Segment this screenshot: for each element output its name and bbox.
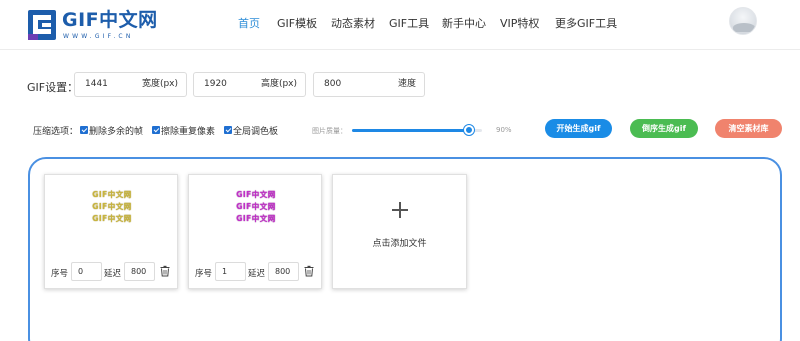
plus-icon[interactable]: [392, 202, 408, 218]
frame-order-value: 0: [78, 267, 84, 276]
frame-delay-label: 延迟: [248, 269, 266, 279]
nav-animated-materials[interactable]: 动态素材: [331, 0, 375, 50]
checkbox-remove-redundant-frames[interactable]: [80, 126, 88, 134]
frame-order-input[interactable]: 1: [215, 262, 246, 281]
option-remove-redundant-frames[interactable]: 删除多余的帧: [89, 124, 143, 137]
frame-gif-text: GIF中文网: [92, 190, 132, 199]
site-logo[interactable]: GIF中文网 WWW.GIF.CN: [28, 8, 168, 42]
gif-settings-label: GIF设置：: [27, 81, 79, 94]
width-field[interactable]: 1441 宽度(px): [74, 72, 187, 97]
logo-mark-icon: [28, 10, 56, 40]
compression-label: 压缩选项：: [33, 127, 79, 137]
width-value: 1441: [85, 79, 108, 89]
nav-gif-tools[interactable]: GIF工具: [389, 0, 429, 50]
width-unit: 宽度(px): [141, 79, 178, 89]
frame-order-label: 序号: [51, 269, 69, 279]
clear-library-button[interactable]: 清空素材库: [715, 119, 782, 138]
generate-gif-button[interactable]: 开始生成gif: [545, 119, 612, 138]
add-file-card[interactable]: [332, 174, 467, 289]
frame-gif-text: GIF中文网: [92, 214, 132, 223]
nav-beginner-center[interactable]: 新手中心: [442, 0, 486, 50]
height-value: 1920: [204, 79, 227, 89]
speed-unit: 速度: [397, 79, 416, 89]
frame-delay-value: 800: [275, 267, 291, 276]
checkbox-erase-duplicate-pixels[interactable]: [152, 126, 160, 134]
logo-title: GIF中文网: [62, 9, 158, 31]
frame-order-value: 1: [222, 267, 228, 276]
top-nav-bar: GIF中文网 WWW.GIF.CN 首页 GIF模板 动态素材 GIF工具 新手…: [0, 0, 800, 50]
frame-gif-text: GIF中文网: [236, 202, 276, 211]
speed-value: 800: [324, 79, 342, 89]
trash-icon[interactable]: [159, 265, 171, 277]
quality-slider-fill: [352, 129, 469, 132]
nav-home[interactable]: 首页: [238, 0, 260, 50]
add-file-label[interactable]: 点击添加文件: [332, 236, 467, 249]
reverse-generate-gif-button[interactable]: 倒序生成gif: [630, 119, 698, 138]
frame-gif-text: GIF中文网: [236, 190, 276, 199]
frame-delay-input[interactable]: 800: [268, 262, 299, 281]
option-global-palette[interactable]: 全局调色板: [233, 124, 278, 137]
height-field[interactable]: 1920 高度(px): [193, 72, 306, 97]
option-erase-duplicate-pixels[interactable]: 擦除重复像素: [161, 124, 215, 137]
quality-slider-track[interactable]: [352, 129, 482, 132]
frame-gif-text: GIF中文网: [92, 202, 132, 211]
checkbox-global-palette[interactable]: [224, 126, 232, 134]
frame-delay-value: 800: [131, 267, 147, 276]
logo-domain: WWW.GIF.CN: [63, 33, 134, 40]
nav-vip[interactable]: VIP特权: [500, 0, 539, 50]
speed-field[interactable]: 800 速度: [313, 72, 425, 97]
image-quality-label: 图片质量：: [312, 127, 347, 135]
nav-more-gif-tools[interactable]: 更多GIF工具: [555, 0, 617, 50]
frame-delay-input[interactable]: 800: [124, 262, 155, 281]
user-avatar[interactable]: [729, 7, 757, 35]
frame-order-label: 序号: [195, 269, 213, 279]
image-quality-value: 90%: [496, 126, 512, 134]
frame-delay-label: 延迟: [104, 269, 122, 279]
quality-slider-thumb[interactable]: [464, 125, 474, 135]
frame-gif-text: GIF中文网: [236, 214, 276, 223]
height-unit: 高度(px): [260, 79, 297, 89]
nav-gif-templates[interactable]: GIF模板: [277, 0, 317, 50]
frame-order-input[interactable]: 0: [71, 262, 102, 281]
trash-icon[interactable]: [303, 265, 315, 277]
